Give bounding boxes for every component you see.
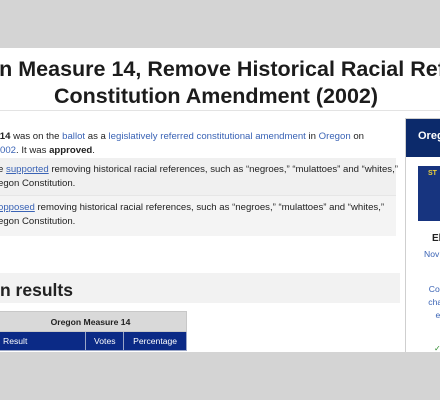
column-header-result: Result [0, 331, 87, 351]
ballot-link[interactable]: ballot [62, 131, 85, 142]
infobox-election-label: El [432, 233, 440, 244]
intro-text: . It was [16, 145, 50, 156]
title-line-1: on Measure 14, Remove Historical Racial … [0, 57, 440, 81]
infobox-desc-line: eti [435, 310, 440, 320]
yes-vote-text: removing historical racial references, s… [48, 164, 398, 175]
infobox-description: Const chang eti [414, 283, 440, 322]
badge-text: ST [428, 170, 437, 177]
infobox-desc-line: chang [428, 297, 440, 307]
section-title-election-results: n results [0, 280, 73, 300]
no-vote-box: opposed removing historical racial refer… [0, 195, 396, 236]
yes-vote-box: e supported removing historical racial r… [0, 158, 398, 198]
column-header-votes: Votes [85, 331, 125, 351]
no-vote-line-2: egon Constitution. [0, 216, 76, 227]
intro-text: . [92, 145, 95, 156]
oregon-link[interactable]: Oregon [319, 131, 351, 142]
results-table-caption: Oregon Measure 14 [0, 311, 187, 332]
infobox-header: Orego [406, 119, 440, 157]
opposed-link[interactable]: opposed [0, 202, 35, 213]
approved-status: approved [49, 145, 93, 156]
intro-text: in [305, 131, 319, 142]
infobox-election-date-link[interactable]: Nov [424, 249, 439, 259]
supported-link[interactable]: supported [6, 164, 49, 175]
measure-infobox: Orego ST El Nov Const chang eti ✓ [405, 118, 440, 352]
intro-text: on [350, 131, 365, 142]
election-date-link[interactable]: 002 [0, 145, 16, 156]
no-vote-line-1: opposed removing historical racial refer… [0, 201, 396, 215]
page-title: on Measure 14, Remove Historical Racial … [0, 56, 440, 110]
yes-vote-line-2: egon Constitution. [0, 178, 76, 189]
intro-text: was on the [10, 131, 63, 142]
yes-vote-line-1: e supported removing historical racial r… [0, 163, 398, 177]
measure-name: re 14 [0, 131, 11, 142]
article-page: on Measure 14, Remove Historical Racial … [0, 48, 440, 352]
title-line-2: Constitution Amendment (2002) [53, 84, 379, 108]
ballot-measure-badge: ST [418, 166, 440, 221]
intro-text: as a [85, 131, 109, 142]
column-header-percentage: Percentage [123, 331, 187, 351]
lrca-link[interactable]: legislatively referred constitutional am… [109, 131, 306, 142]
approved-check-icon: ✓ [434, 344, 440, 352]
infobox-desc-line: Const [428, 284, 440, 294]
intro-line-2: 002. It was approved. [0, 144, 388, 158]
intro-paragraph: re 14 was on the ballot as a legislative… [0, 130, 388, 158]
title-divider [0, 110, 440, 111]
intro-line-1: re 14 was on the ballot as a legislative… [0, 130, 388, 144]
results-table: Oregon Measure 14 Result Votes Percentag… [0, 311, 187, 351]
no-vote-text: removing historical racial references, s… [34, 202, 385, 213]
